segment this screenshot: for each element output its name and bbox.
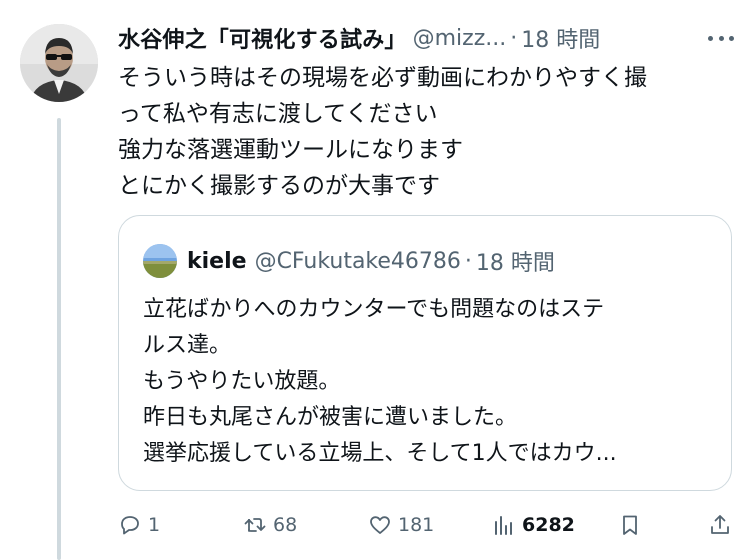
tweet: 水谷伸之「可視化する試み」 @mizz... · 18 時間 そういう時はその現… xyxy=(118,20,738,204)
quoted-text-line: もうやりたい放題。 xyxy=(143,369,341,394)
more-dots-icon[interactable] xyxy=(704,26,738,50)
tweet-timestamp[interactable]: 18 時間 xyxy=(521,22,600,54)
quoted-text-line: 選挙応援している立場上、そして1人ではカウ... xyxy=(143,441,617,466)
bookmark-icon xyxy=(623,515,637,535)
like-count: 181 xyxy=(398,514,435,536)
quoted-author-handle[interactable]: @CFukutake46786 xyxy=(255,249,461,274)
thread-line xyxy=(57,118,61,560)
quoted-text-line: 立花ばかりへのカウンターでも問題なのはステ xyxy=(143,297,605,322)
quoted-tweet-header: kiele @CFukutake46786 · 18 時間 xyxy=(143,244,555,278)
tweet-text-line: そういう時はその現場を必ず動画にわかりやすく撮 xyxy=(118,65,647,91)
tweet-text-line: 強力な落選運動ツールになります xyxy=(118,137,463,163)
quoted-tweet-card[interactable]: kiele @CFukutake46786 · 18 時間 立花ばかりへのカウン… xyxy=(118,215,732,491)
views-chart-icon xyxy=(495,516,512,535)
tweet-text-line: とにかく撮影するのが大事です xyxy=(118,173,440,199)
quoted-tweet-text: 立花ばかりへのカウンターでも問題なのはステ ルス達。 もうやりたい放題。 昨日も… xyxy=(143,292,713,472)
like-button[interactable]: 181 xyxy=(368,508,434,542)
quoted-text-line: ルス達。 xyxy=(143,333,232,358)
tweet-text-line: って私や有志に渡してください xyxy=(118,101,438,127)
quoted-author-avatar[interactable] xyxy=(143,244,177,278)
bookmark-button[interactable] xyxy=(618,508,642,542)
retweet-button[interactable]: 68 xyxy=(243,508,297,542)
quoted-tweet-timestamp[interactable]: 18 時間 xyxy=(476,245,555,277)
author-avatar-image xyxy=(20,24,98,102)
reply-button[interactable]: 1 xyxy=(118,508,160,542)
tweet-action-bar: 1 68 181 6282 xyxy=(118,508,732,542)
retweet-icon xyxy=(244,518,266,532)
tweet-text: そういう時はその現場を必ず動画にわかりやすく撮 って私や有志に渡してください 強… xyxy=(118,60,738,204)
separator-dot: · xyxy=(464,248,472,274)
views-count: 6282 xyxy=(522,514,575,536)
quoted-text-line: 昨日も丸尾さんが被害に遭いました。 xyxy=(143,405,518,430)
share-icon xyxy=(711,515,729,534)
reply-count: 1 xyxy=(148,514,161,536)
author-avatar[interactable] xyxy=(20,24,98,102)
retweet-count: 68 xyxy=(273,514,298,536)
author-name[interactable]: 水谷伸之「可視化する試み」 xyxy=(118,22,407,54)
quoted-author-name[interactable]: kiele xyxy=(187,249,247,274)
heart-icon xyxy=(370,516,390,534)
share-button[interactable] xyxy=(708,508,732,542)
tweet-header: 水谷伸之「可視化する試み」 @mizz... · 18 時間 xyxy=(118,20,738,56)
separator-dot: · xyxy=(510,25,518,51)
reply-icon xyxy=(121,516,139,535)
views-button[interactable]: 6282 xyxy=(492,508,575,542)
author-handle[interactable]: @mizz... xyxy=(413,26,507,51)
landscape-avatar-image xyxy=(143,244,177,278)
